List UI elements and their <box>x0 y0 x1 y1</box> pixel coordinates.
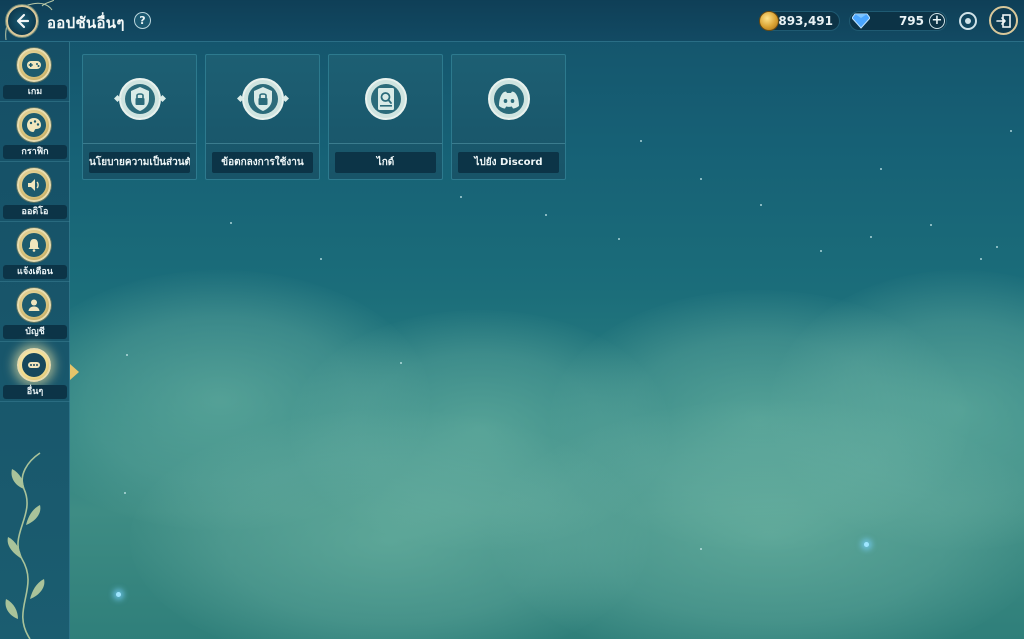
target-icon[interactable] <box>959 12 977 30</box>
speaker-icon <box>28 179 39 191</box>
shield-lock-icon <box>114 78 166 120</box>
sidebar-item-label: ออดิโอ <box>3 205 67 219</box>
exit-button[interactable] <box>989 6 1018 35</box>
gold-coin-icon <box>759 11 779 31</box>
sidebar-item-label: เกม <box>3 85 67 99</box>
gold-currency: 893,491 <box>759 11 840 31</box>
page-title: ออปชันอื่นๆ <box>47 14 125 32</box>
gem-amount: 795 <box>898 14 924 28</box>
sidebar-item-label: กราฟิก <box>3 145 67 159</box>
back-button[interactable] <box>6 5 38 37</box>
add-gem-button[interactable]: + <box>929 13 945 29</box>
bell-icon <box>28 239 40 252</box>
active-indicator-arrow <box>70 364 79 380</box>
top-bar: ออปชันอื่นๆ ? 893,491 795 + <box>0 0 1024 42</box>
gamepad-icon <box>27 61 41 69</box>
discord-card[interactable]: ไปยัง Discord <box>451 54 566 180</box>
sidebar-item-label: บัญชี <box>3 325 67 339</box>
privacy-policy-card[interactable]: นโยบายความเป็นส่วนตัว <box>82 54 197 180</box>
help-button[interactable]: ? <box>134 12 151 29</box>
back-arrow-icon <box>16 13 30 29</box>
sidebar: เกม กราฟิก ออดิโอ แจ้งเตือน บัญชี อื่นๆ <box>0 42 79 639</box>
card-label: นโยบายความเป็นส่วนตัว <box>89 152 190 173</box>
guide-book-icon <box>365 78 407 120</box>
background-clouds <box>70 230 1024 639</box>
terms-of-service-card[interactable]: ข้อตกลงการใช้งาน <box>205 54 320 180</box>
shield-lock-icon <box>237 78 289 120</box>
gem-icon <box>852 13 870 29</box>
gem-currency: 795 + <box>849 11 947 31</box>
user-icon <box>28 299 40 311</box>
palette-icon <box>27 118 41 132</box>
gold-amount: 893,491 <box>778 14 833 28</box>
sidebar-item-notifications[interactable]: แจ้งเตือน <box>0 222 70 282</box>
sidebar-item-other[interactable]: อื่นๆ <box>0 342 79 402</box>
sidebar-item-audio[interactable]: ออดิโอ <box>0 162 70 222</box>
sidebar-item-game[interactable]: เกม <box>0 42 70 102</box>
vine-ornament <box>5 452 45 639</box>
card-label: ไปยัง Discord <box>458 152 559 173</box>
sidebar-item-graphics[interactable]: กราฟิก <box>0 102 70 162</box>
more-icon <box>28 362 40 368</box>
sidebar-item-label: อื่นๆ <box>3 385 67 399</box>
sidebar-item-account[interactable]: บัญชี <box>0 282 70 342</box>
guide-card[interactable]: ไกด์ <box>328 54 443 180</box>
card-label: ไกด์ <box>335 152 436 173</box>
sidebar-item-label: แจ้งเตือน <box>3 265 67 279</box>
exit-door-icon <box>995 13 1011 28</box>
discord-icon <box>488 78 530 120</box>
card-label: ข้อตกลงการใช้งาน <box>212 152 313 173</box>
